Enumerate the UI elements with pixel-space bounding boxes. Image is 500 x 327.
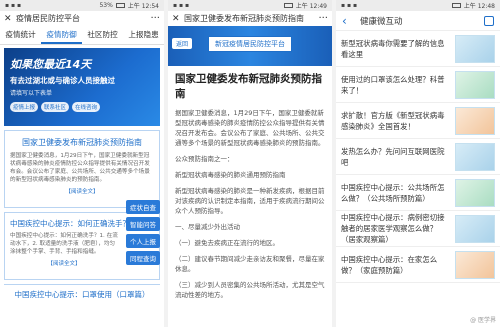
article-body: 国家卫健委发布新冠肺炎预防指南 据国家卫健委消息，1月29日下午，国家卫健委就新…	[168, 66, 332, 306]
battery-icon	[283, 3, 293, 8]
list-item[interactable]: 求扩散！官方版《新型冠状病毒感染肺炎》全国首发！	[336, 103, 500, 139]
status-time: 上午 12:48	[463, 3, 495, 10]
page-title: 健康微互动	[360, 16, 403, 27]
page-title: 疫情居民防控平台	[16, 14, 80, 23]
status-left: ▪ ▪ ▪	[5, 2, 22, 9]
close-icon[interactable]: ✕	[4, 14, 16, 24]
contact-button[interactable]: 联系社区	[41, 102, 70, 112]
back-icon[interactable]: ‹	[342, 14, 354, 28]
list-item[interactable]: 新型冠状病毒你需要了解的信息看这里	[336, 31, 500, 67]
more-icon[interactable]: ···	[148, 13, 160, 23]
list-item[interactable]: 中国疾控中心提示：病例密切接触者的居家医学观察怎么做？（居家观察篇）	[336, 211, 500, 247]
article-paragraph: 新型冠状病毒感染的肺炎通用预防指南	[175, 171, 286, 179]
banner-line3: 请填写以下表单	[10, 90, 53, 97]
tab-stats[interactable]: 疫情统计	[0, 26, 41, 44]
article-heading: 国家卫健委发布新冠肺炎预防指南	[175, 73, 322, 100]
article-paragraph: （三）减少到人员密集的公共场所活动，尤其是空气流动性差的地方。	[175, 281, 325, 299]
personal-report-button[interactable]: 个人上报	[126, 234, 160, 248]
article-summary: 据国家卫健委消息，1月29日下午，国家卫健委就新型冠状病毒感染的肺炎疫情防控公众…	[10, 153, 150, 183]
article-paragraph: 新型冠状病毒感染的肺炎是一种新发疾病，根据目前对该疾病的认识制定本指南，适用于疾…	[175, 187, 325, 215]
platform-chip: 新冠疫情居民防控平台	[208, 36, 292, 52]
phone-screen-interaction: ▪ ▪ ▪ 上午 12:48 ‹ 健康微互动 新型冠状病毒你需要了解的信息看这里…	[336, 0, 500, 327]
tab-prevention[interactable]: 疫情防御	[41, 26, 82, 44]
read-more-link[interactable]: 【阅读全文】	[10, 187, 154, 195]
status-bar: ▪ ▪ ▪ 上午 12:48	[336, 0, 500, 11]
thumbnail-image	[455, 250, 495, 279]
article-summary: 中国疾控中心提示：如何正确洗手？1. 在流动水下，2. 取适量的洗手液（肥皂），…	[10, 233, 118, 255]
banner-line1: 如果您最近14天	[10, 58, 92, 71]
symptom-check-button[interactable]: 症状自查	[126, 200, 160, 214]
share-icon[interactable]	[484, 15, 494, 26]
phone-screen-article: ▪ ▪ ▪ 上午 12:49 ✕ 国家卫健委发布新冠肺炎预防指南 ··· 返回 …	[168, 0, 332, 327]
thumbnail-image	[455, 106, 495, 135]
status-time: 上午 12:49	[295, 3, 327, 10]
trip-query-button[interactable]: 同程查询	[126, 251, 160, 265]
list-item[interactable]: 中国疾控中心提示：公共场所怎么做？（公共场所预防篇）	[336, 175, 500, 211]
smart-qa-button[interactable]: 智能问答	[126, 217, 160, 231]
article-card-guide[interactable]: 国家卫健委发布新冠肺炎预防指南 据国家卫健委消息，1月29日下午，国家卫健委就新…	[4, 130, 160, 208]
list-item[interactable]: 使用过的口罩该怎么处理？科普来了！	[336, 67, 500, 103]
tab-report[interactable]: 上报隐患	[123, 26, 164, 44]
thumbnail-image	[455, 34, 495, 63]
back-button[interactable]: 返回	[172, 38, 193, 49]
thumbnail-image	[455, 214, 495, 243]
more-icon[interactable]: ···	[316, 13, 328, 23]
battery-icon	[451, 3, 461, 8]
phone-screen-home: ▪ ▪ ▪ 53% 上午 12:54 ✕ 疫情居民防控平台 ··· 疫情统计 疫情…	[0, 0, 164, 327]
status-bar: ▪ ▪ ▪ 上午 12:49	[168, 0, 332, 11]
list-item[interactable]: 发热怎么办？先问问互联网医院吧	[336, 139, 500, 175]
battery-percent: 53%	[99, 2, 113, 9]
article-paragraph: 一、尽量减少外出活动	[175, 223, 240, 231]
page-title: 国家卫健委发布新冠肺炎预防指南	[184, 14, 304, 23]
article-paragraph: （一）避免去疾病正在流行的地区。	[175, 239, 279, 247]
close-icon[interactable]: ✕	[172, 14, 184, 24]
article-paragraph: 据国家卫健委消息，1月29日下午，国家卫健委就新型冠状病毒感染的肺炎疫情防控公众…	[175, 109, 325, 147]
read-more-link[interactable]: 【阅读全文】	[10, 259, 118, 267]
status-bar: ▪ ▪ ▪ 53% 上午 12:54	[0, 0, 164, 11]
banner-line2: 有去过湖北或与确诊人员接触过	[10, 76, 115, 85]
thumbnail-image	[455, 178, 495, 207]
header-banner: 返回 新冠疫情居民防控平台	[168, 26, 332, 66]
watermark: @ 医学界	[470, 317, 496, 324]
alert-banner: 如果您最近14天 有去过湖北或与确诊人员接触过 请填写以下表单 疫情上报 联系社…	[4, 48, 160, 126]
list-item[interactable]: 中国疾控中心提示：在家怎么做？（家庭预防篇）	[336, 247, 500, 283]
tab-nav: 疫情统计 疫情防御 社区防控 上报隐患	[0, 26, 164, 45]
consult-button[interactable]: 在线咨询	[72, 102, 101, 112]
battery-icon	[115, 3, 125, 8]
report-button[interactable]: 疫情上报	[10, 102, 39, 112]
title-bar: ✕ 国家卫健委发布新冠肺炎预防指南 ···	[168, 11, 332, 26]
article-card-mask[interactable]: 中国疾控中心提示：口罩使用（口罩篇）	[4, 284, 160, 304]
title-bar: ✕ 疫情居民防控平台 ···	[0, 11, 164, 26]
article-paragraph: 公众预防指南之一：	[175, 155, 234, 163]
thumbnail-image	[455, 142, 495, 171]
floating-actions: 症状自查 智能问答 个人上报 同程查询	[126, 200, 160, 265]
article-title: 中国疾控中心提示：口罩使用（口罩篇）	[14, 290, 150, 299]
tab-community[interactable]: 社区防控	[82, 26, 123, 44]
status-time: 上午 12:54	[127, 3, 159, 10]
article-paragraph: （二）建议春节期间减少走亲访友和聚餐，尽量在家休息。	[175, 255, 325, 273]
title-bar: ‹ 健康微互动	[336, 11, 500, 31]
article-title: 国家卫健委发布新冠肺炎预防指南	[22, 138, 142, 147]
thumbnail-image	[455, 70, 495, 99]
